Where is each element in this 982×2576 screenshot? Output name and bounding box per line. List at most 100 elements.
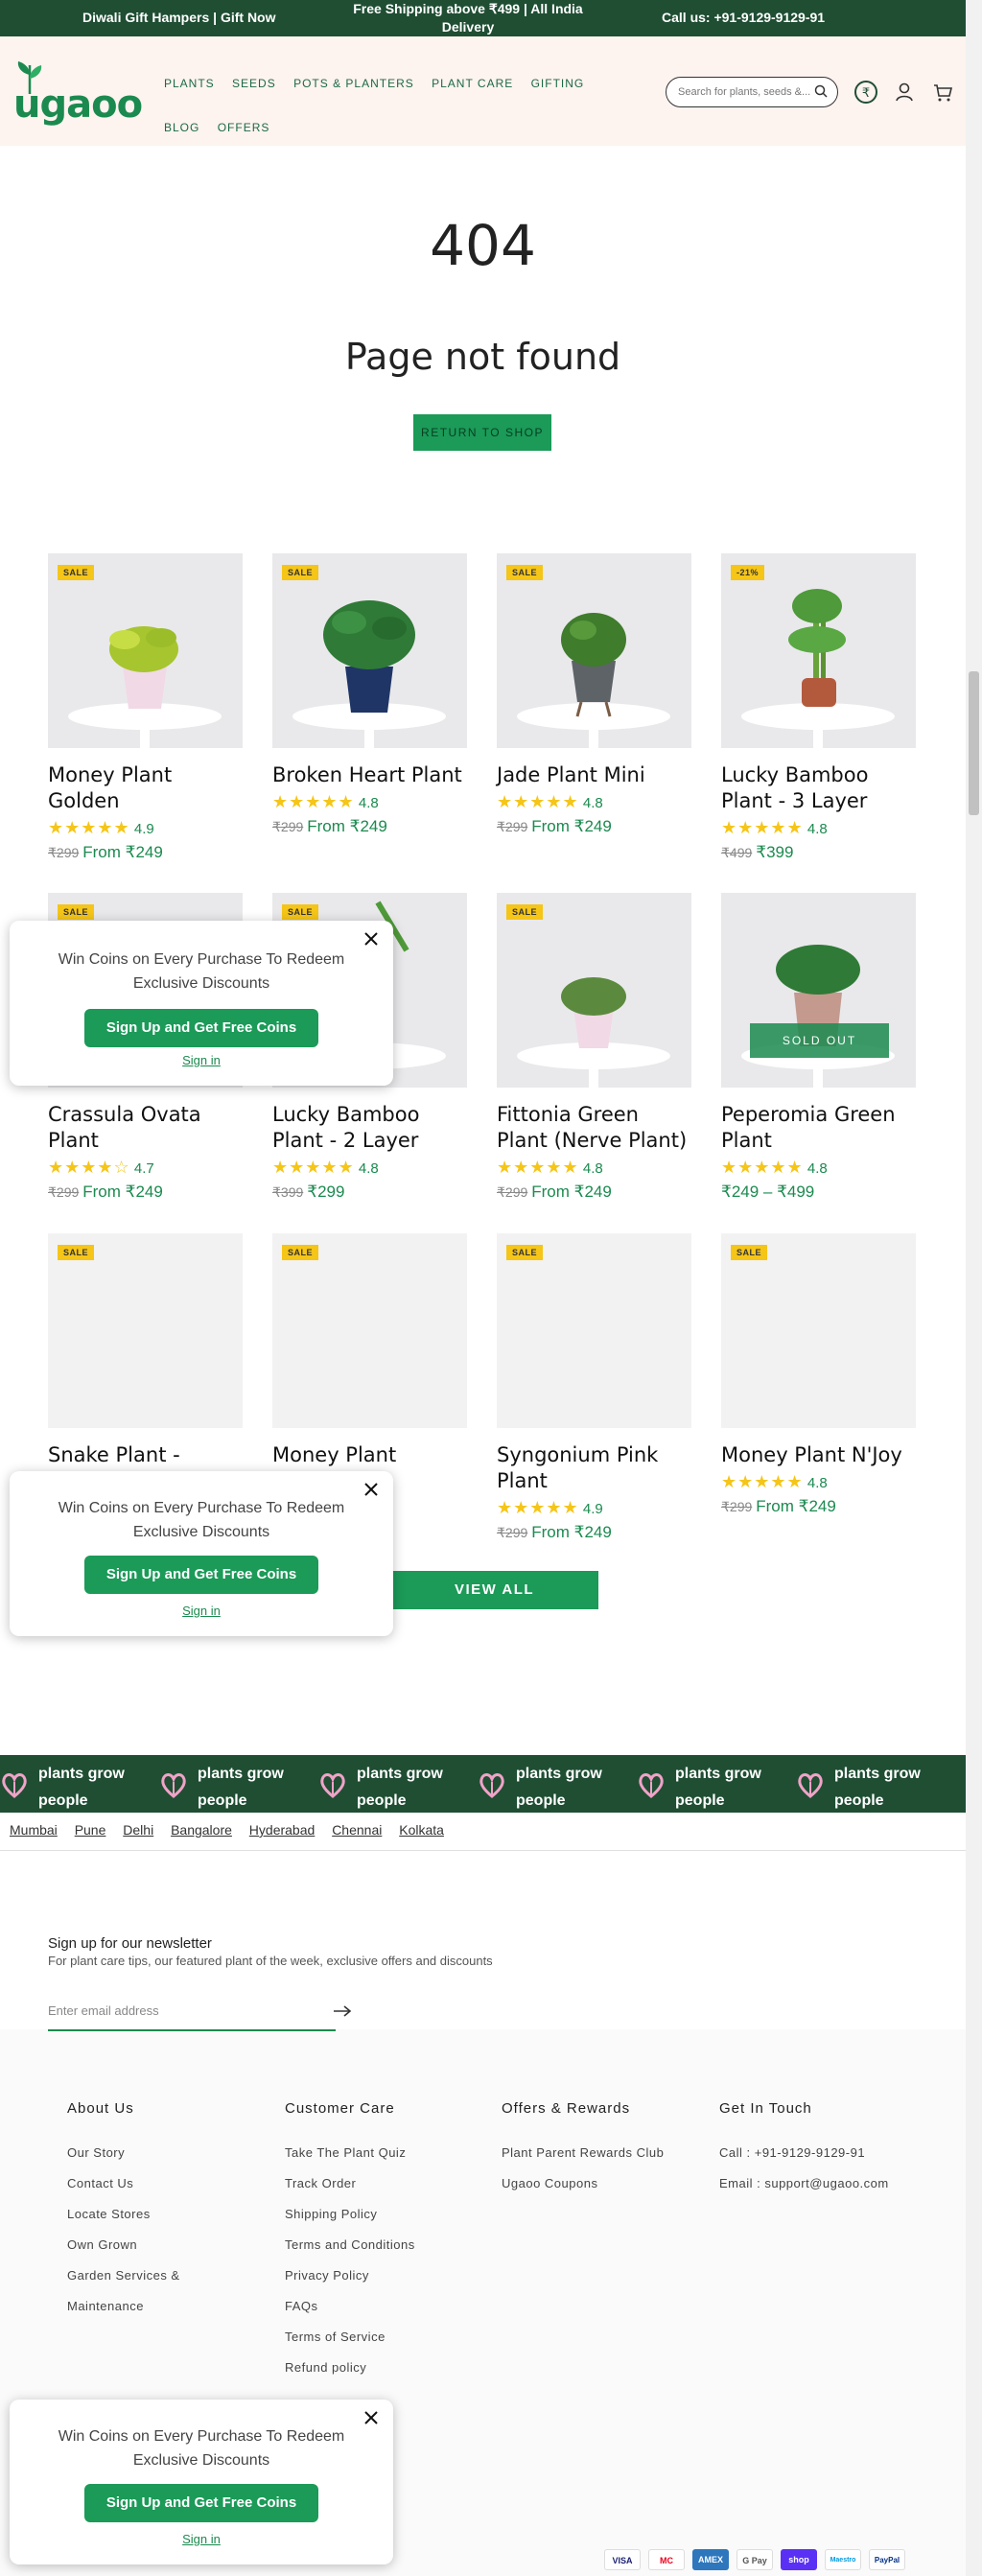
footer-link[interactable]: FAQs xyxy=(285,2291,486,2322)
product-name[interactable]: Lucky Bamboo Plant - 3 Layer xyxy=(721,762,916,814)
product-price: ₹299 From ₹249 xyxy=(48,1183,163,1202)
footer-link[interactable]: Our Story xyxy=(67,2138,269,2168)
old-price: ₹299 xyxy=(497,1184,528,1200)
announcement-phone[interactable]: Call us: +91-9129-9129-91 xyxy=(662,9,825,27)
email-placeholder: Enter email address xyxy=(48,2003,159,2018)
close-icon[interactable] xyxy=(362,930,380,948)
product-name[interactable]: Broken Heart Plant xyxy=(272,762,467,788)
sign-in-link[interactable]: Sign in xyxy=(10,1604,393,1618)
jade-plant-image xyxy=(497,553,691,748)
marquee-item: plants grow people xyxy=(0,1755,159,1813)
star-rating-icon: ★★★★★ xyxy=(497,1158,579,1177)
footer-link[interactable]: Plant Parent Rewards Club xyxy=(502,2138,703,2168)
logo-wordmark: ugaoo xyxy=(13,82,143,127)
product-image[interactable] xyxy=(497,893,691,1088)
marquee-text: plants grow people xyxy=(675,1766,761,1809)
rupee-coin-icon[interactable]: ₹ xyxy=(853,80,878,105)
footer-link[interactable]: Shipping Policy xyxy=(285,2199,486,2230)
footer-link[interactable]: Locate Stores xyxy=(67,2199,269,2230)
nav-blog[interactable]: BLOG xyxy=(164,105,199,150)
scrollbar-track[interactable] xyxy=(966,0,982,2576)
footer-link[interactable]: Take The Plant Quiz xyxy=(285,2138,486,2168)
account-icon[interactable] xyxy=(892,80,917,105)
product-image[interactable] xyxy=(497,553,691,748)
sign-in-link[interactable]: Sign in xyxy=(10,2532,393,2546)
city-link-delhi[interactable]: Delhi xyxy=(123,1822,153,1838)
signup-free-coins-button[interactable]: Sign Up and Get Free Coins xyxy=(84,2484,318,2522)
heart-leaf-icon xyxy=(639,1773,664,1798)
footer-link[interactable]: Privacy Policy xyxy=(285,2260,486,2291)
city-link-pune[interactable]: Pune xyxy=(75,1822,106,1838)
rating-value: 4.8 xyxy=(582,1160,603,1177)
coins-popup: Win Coins on Every Purchase To Redeem Ex… xyxy=(10,2400,393,2564)
arrow-right-icon[interactable] xyxy=(332,2003,353,2019)
shop-pay-icon: shop xyxy=(781,2549,817,2570)
product-name[interactable]: Money Plant Golden xyxy=(48,762,243,814)
footer-link[interactable]: Terms of Service xyxy=(285,2322,486,2353)
product-image-placeholder[interactable] xyxy=(48,1233,243,1428)
product-image[interactable] xyxy=(48,553,243,748)
sale-badge: SALE xyxy=(282,565,319,580)
product-name[interactable]: Lucky Bamboo Plant - 2 Layer xyxy=(272,1102,467,1154)
product-image[interactable] xyxy=(721,553,916,748)
footer-link[interactable]: Ugaoo Coupons xyxy=(502,2168,703,2199)
page: Diwali Gift Hampers | Gift Now Free Ship… xyxy=(0,0,982,2576)
footer-about: About Us Our Story Contact Us Locate Sto… xyxy=(67,2100,269,2322)
footer-link[interactable]: Contact Us xyxy=(67,2168,269,2199)
nav-gifting[interactable]: GIFTING xyxy=(531,61,585,105)
sign-in-link[interactable]: Sign in xyxy=(10,1053,393,1067)
email-field[interactable]: Enter email address xyxy=(48,1995,352,2031)
product-name[interactable]: Crassula Ovata Plant xyxy=(48,1102,243,1154)
product-rating: ★★★★☆ 4.7 xyxy=(48,1158,154,1178)
product-name[interactable]: Money Plant N'Joy xyxy=(721,1442,916,1468)
search-input[interactable]: Search for plants, seeds &... xyxy=(666,77,838,107)
city-link-chennai[interactable]: Chennai xyxy=(332,1822,382,1838)
nav-offers[interactable]: OFFERS xyxy=(218,105,270,150)
city-link-hyderabad[interactable]: Hyderabad xyxy=(249,1822,316,1838)
divider xyxy=(0,1850,966,1851)
product-name[interactable]: Jade Plant Mini xyxy=(497,762,691,788)
nav-seeds[interactable]: SEEDS xyxy=(232,61,276,105)
city-link-kolkata[interactable]: Kolkata xyxy=(399,1822,444,1838)
footer-customer-care: Customer Care Take The Plant Quiz Track … xyxy=(285,2100,486,2383)
nav-plant-care[interactable]: PLANT CARE xyxy=(432,61,513,105)
nav-plants[interactable]: PLANTS xyxy=(164,61,215,105)
footer-phone[interactable]: Call : +91-9129-9129-91 xyxy=(719,2138,921,2168)
footer-link[interactable]: Own Grown xyxy=(67,2230,269,2260)
sale-badge: SALE xyxy=(731,1245,768,1260)
announcement-gift[interactable]: Diwali Gift Hampers | Gift Now xyxy=(82,9,276,27)
product-name[interactable]: Fittonia Green Plant (Nerve Plant) xyxy=(497,1102,691,1154)
footer-link[interactable]: Terms and Conditions xyxy=(285,2230,486,2260)
product-image-placeholder[interactable] xyxy=(497,1233,691,1428)
footer-link[interactable]: Refund policy xyxy=(285,2353,486,2383)
footer-link[interactable]: Maintenance xyxy=(67,2291,269,2322)
product-image-placeholder[interactable] xyxy=(721,1233,916,1428)
sale-badge: SALE xyxy=(58,1245,95,1260)
city-link-mumbai[interactable]: Mumbai xyxy=(10,1822,58,1838)
ugaoo-logo[interactable]: ugaoo xyxy=(13,61,143,127)
product-image-placeholder[interactable] xyxy=(272,1233,467,1428)
marquee-item: plants grow people xyxy=(796,1755,955,1813)
return-to-shop-button[interactable]: RETURN TO SHOP xyxy=(413,414,551,451)
product-name[interactable]: Peperomia Green Plant xyxy=(721,1102,916,1154)
signup-free-coins-button[interactable]: Sign Up and Get Free Coins xyxy=(84,1009,318,1047)
product-image[interactable]: SOLD OUT xyxy=(721,893,916,1088)
product-name[interactable]: Syngonium Pink Plant xyxy=(497,1442,691,1494)
product-name[interactable]: Snake Plant - xyxy=(48,1442,243,1468)
cart-icon[interactable] xyxy=(930,80,955,105)
popup-message: Win Coins on Every Purchase To Redeem Ex… xyxy=(58,1500,345,1540)
view-all-button[interactable]: VIEW ALL xyxy=(390,1571,598,1609)
product-image[interactable] xyxy=(272,553,467,748)
footer-link[interactable]: Garden Services & xyxy=(67,2260,269,2291)
city-link-bangalore[interactable]: Bangalore xyxy=(171,1822,232,1838)
product-name[interactable]: Money Plant xyxy=(272,1442,467,1468)
nav-pots-planters[interactable]: POTS & PLANTERS xyxy=(293,61,414,105)
svg-text:₹: ₹ xyxy=(862,86,870,101)
scrollbar-thumb[interactable] xyxy=(969,671,979,815)
footer-email[interactable]: Email : support@ugaoo.com xyxy=(719,2168,921,2199)
signup-free-coins-button[interactable]: Sign Up and Get Free Coins xyxy=(84,1556,318,1594)
search-icon[interactable] xyxy=(814,84,828,98)
footer-link[interactable]: Track Order xyxy=(285,2168,486,2199)
star-rating-icon: ★★★★★ xyxy=(272,1158,355,1177)
product-price: ₹249 – ₹499 xyxy=(721,1183,814,1202)
